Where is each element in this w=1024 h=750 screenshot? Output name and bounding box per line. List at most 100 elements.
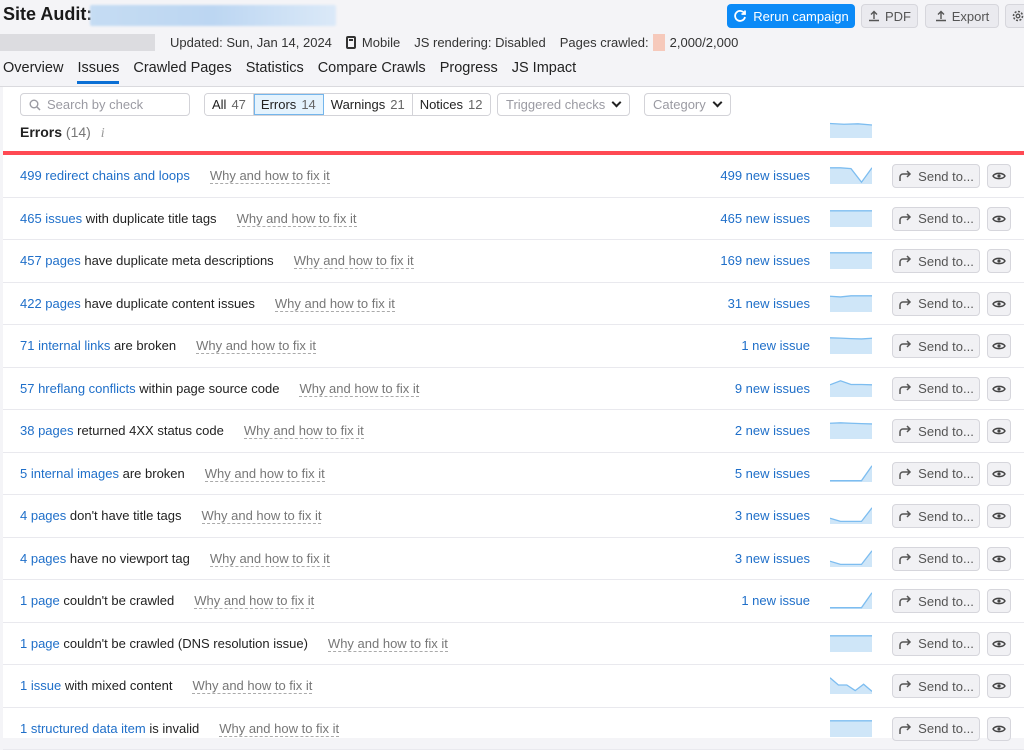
tab-issues[interactable]: Issues bbox=[77, 60, 119, 83]
issue-count-link[interactable]: 4 pages bbox=[20, 508, 66, 523]
filter-all[interactable]: All47 bbox=[205, 94, 254, 115]
send-to-button[interactable]: Send to... bbox=[892, 462, 980, 486]
hide-issue-button[interactable] bbox=[987, 504, 1011, 528]
issue-count-link[interactable]: 1 issue bbox=[20, 678, 61, 693]
settings-button[interactable] bbox=[1005, 4, 1024, 28]
why-and-how-to-fix-link[interactable]: Why and how to fix it bbox=[237, 211, 357, 227]
pdf-button[interactable]: PDF bbox=[861, 4, 918, 28]
issue-count-link[interactable]: 499 redirect chains and loops bbox=[20, 168, 190, 183]
send-to-button[interactable]: Send to... bbox=[892, 717, 980, 741]
tab-compare-crawls[interactable]: Compare Crawls bbox=[318, 60, 426, 83]
why-and-how-to-fix-link[interactable]: Why and how to fix it bbox=[210, 551, 330, 567]
send-to-button[interactable]: Send to... bbox=[892, 504, 980, 528]
new-issues-link[interactable]: 31 new issues bbox=[728, 296, 810, 311]
tab-statistics[interactable]: Statistics bbox=[246, 60, 304, 83]
new-issues-link[interactable]: 9 new issues bbox=[735, 381, 810, 396]
hide-issue-button[interactable] bbox=[987, 334, 1011, 358]
info-icon[interactable]: i bbox=[101, 126, 105, 141]
why-and-how-to-fix-link[interactable]: Why and how to fix it bbox=[210, 168, 330, 184]
send-to-button[interactable]: Send to... bbox=[892, 207, 980, 231]
issue-count-link[interactable]: 5 internal images bbox=[20, 466, 119, 481]
send-to-label: Send to... bbox=[918, 211, 974, 226]
filter-errors[interactable]: Errors14 bbox=[254, 94, 324, 115]
triggered-checks-dropdown[interactable]: Triggered checks bbox=[497, 93, 630, 116]
search-input[interactable]: Search by check bbox=[20, 93, 190, 116]
hide-issue-button[interactable] bbox=[987, 207, 1011, 231]
send-to-button[interactable]: Send to... bbox=[892, 547, 980, 571]
send-to-button[interactable]: Send to... bbox=[892, 334, 980, 358]
why-and-how-to-fix-link[interactable]: Why and how to fix it bbox=[205, 466, 325, 482]
why-and-how-to-fix-link[interactable]: Why and how to fix it bbox=[192, 678, 312, 694]
filter-count: 14 bbox=[301, 97, 315, 112]
issue-description: 4 pages don't have title tagsWhy and how… bbox=[20, 508, 321, 523]
issue-count-link[interactable]: 422 pages bbox=[20, 296, 81, 311]
tab-crawled-pages[interactable]: Crawled Pages bbox=[133, 60, 231, 83]
hide-issue-button[interactable] bbox=[987, 674, 1011, 698]
why-and-how-to-fix-link[interactable]: Why and how to fix it bbox=[196, 338, 316, 354]
filter-warnings[interactable]: Warnings21 bbox=[324, 94, 413, 115]
new-issues-link[interactable]: 1 new issue bbox=[741, 338, 810, 353]
send-to-button[interactable]: Send to... bbox=[892, 632, 980, 656]
why-and-how-to-fix-link[interactable]: Why and how to fix it bbox=[328, 636, 448, 652]
hide-issue-button[interactable] bbox=[987, 377, 1011, 401]
why-and-how-to-fix-link[interactable]: Why and how to fix it bbox=[275, 296, 395, 312]
send-to-button[interactable]: Send to... bbox=[892, 249, 980, 273]
hide-issue-button[interactable] bbox=[987, 717, 1011, 741]
project-domain-redacted bbox=[0, 34, 155, 51]
issue-count-link[interactable]: 1 page bbox=[20, 636, 60, 651]
send-to-button[interactable]: Send to... bbox=[892, 419, 980, 443]
category-dropdown[interactable]: Category bbox=[644, 93, 731, 116]
issue-count-link[interactable]: 38 pages bbox=[20, 423, 74, 438]
section-heading: Errors (14) i bbox=[20, 124, 105, 142]
filter-count: 47 bbox=[231, 97, 245, 112]
send-to-button[interactable]: Send to... bbox=[892, 674, 980, 698]
eye-icon bbox=[992, 171, 1006, 181]
hide-issue-button[interactable] bbox=[987, 547, 1011, 571]
issue-count-link[interactable]: 457 pages bbox=[20, 253, 81, 268]
filter-notices[interactable]: Notices12 bbox=[413, 94, 490, 115]
why-and-how-to-fix-link[interactable]: Why and how to fix it bbox=[294, 253, 414, 269]
hide-issue-button[interactable] bbox=[987, 589, 1011, 613]
hide-issue-button[interactable] bbox=[987, 462, 1011, 486]
share-arrow-icon bbox=[898, 425, 912, 437]
why-and-how-to-fix-link[interactable]: Why and how to fix it bbox=[194, 593, 314, 609]
why-and-how-to-fix-link[interactable]: Why and how to fix it bbox=[299, 381, 419, 397]
hide-issue-button[interactable] bbox=[987, 292, 1011, 316]
send-to-button[interactable]: Send to... bbox=[892, 589, 980, 613]
new-issues-link[interactable]: 465 new issues bbox=[720, 211, 810, 226]
hide-issue-button[interactable] bbox=[987, 164, 1011, 188]
why-and-how-to-fix-link[interactable]: Why and how to fix it bbox=[219, 721, 339, 737]
hide-issue-button[interactable] bbox=[987, 249, 1011, 273]
new-issues-link[interactable]: 2 new issues bbox=[735, 423, 810, 438]
why-and-how-to-fix-link[interactable]: Why and how to fix it bbox=[202, 508, 322, 524]
issue-count-link[interactable]: 1 page bbox=[20, 593, 60, 608]
issue-count-link[interactable]: 71 internal links bbox=[20, 338, 110, 353]
issue-count-link[interactable]: 465 issues bbox=[20, 211, 82, 226]
rerun-campaign-button[interactable]: Rerun campaign bbox=[727, 4, 855, 28]
tab-progress[interactable]: Progress bbox=[440, 60, 498, 83]
send-to-button[interactable]: Send to... bbox=[892, 292, 980, 316]
new-issues-link[interactable]: 3 new issues bbox=[735, 551, 810, 566]
issue-count-link[interactable]: 57 hreflang conflicts bbox=[20, 381, 136, 396]
export-button[interactable]: Export bbox=[925, 4, 999, 28]
sparkline-area bbox=[830, 423, 872, 439]
hide-issue-button[interactable] bbox=[987, 419, 1011, 443]
section-count: (14) bbox=[66, 124, 91, 140]
new-issues-link[interactable]: 169 new issues bbox=[720, 253, 810, 268]
send-to-label: Send to... bbox=[918, 551, 974, 566]
new-issues-link[interactable]: 3 new issues bbox=[735, 508, 810, 523]
new-issues-link[interactable]: 1 new issue bbox=[741, 593, 810, 608]
share-arrow-icon bbox=[898, 255, 912, 267]
tab-overview[interactable]: Overview bbox=[3, 60, 63, 83]
issue-description: 1 page couldn't be crawledWhy and how to… bbox=[20, 593, 314, 608]
send-to-button[interactable]: Send to... bbox=[892, 377, 980, 401]
new-issues-link[interactable]: 5 new issues bbox=[735, 466, 810, 481]
filter-label: Notices bbox=[420, 97, 463, 112]
new-issues-link[interactable]: 499 new issues bbox=[720, 168, 810, 183]
tab-js-impact[interactable]: JS Impact bbox=[512, 60, 576, 83]
why-and-how-to-fix-link[interactable]: Why and how to fix it bbox=[244, 423, 364, 439]
issue-count-link[interactable]: 1 structured data item bbox=[20, 721, 146, 736]
hide-issue-button[interactable] bbox=[987, 632, 1011, 656]
issue-count-link[interactable]: 4 pages bbox=[20, 551, 66, 566]
send-to-button[interactable]: Send to... bbox=[892, 164, 980, 188]
